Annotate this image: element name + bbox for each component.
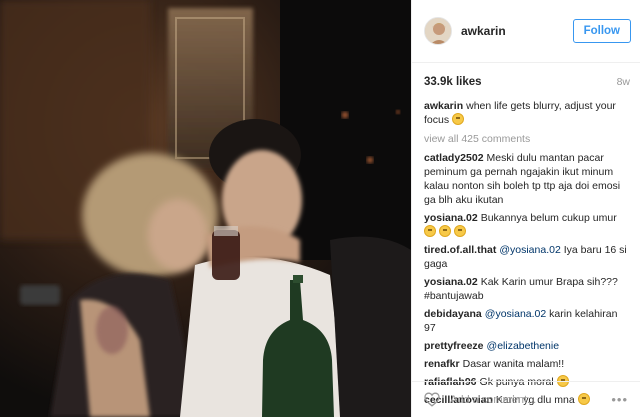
- comment-mention[interactable]: @yosiana.02: [485, 308, 546, 320]
- emoji-icon: [453, 225, 466, 237]
- comment-item: prettyfreeze @elizabethenie: [424, 339, 630, 353]
- comment-mention[interactable]: @elizabethenie: [487, 340, 560, 352]
- likes-count[interactable]: 33.9k likes: [424, 76, 482, 88]
- post-header: awkarin Follow: [412, 0, 640, 63]
- more-options-icon[interactable]: •••: [611, 392, 628, 407]
- comment-username[interactable]: catlady2502: [424, 152, 484, 164]
- comment-item: yosiana.02 Kak Karin umur Brapa sih??? #b…: [424, 275, 630, 303]
- header-username[interactable]: awkarin: [461, 24, 573, 38]
- comment-item: renafkr Dasar wanita malam!!: [424, 357, 630, 371]
- emoji-icon: [438, 225, 451, 237]
- comment-item: yosiana.02 Bukannya belum cukup umur: [424, 211, 630, 239]
- add-comment-bar: •••: [412, 381, 640, 417]
- post-photo: [0, 0, 411, 417]
- add-comment-input[interactable]: [450, 393, 612, 406]
- emoji-icon: [452, 113, 465, 125]
- follow-button[interactable]: Follow: [572, 19, 631, 43]
- comment-item: debidayana @yosiana.02 karin kelahiran 97: [424, 307, 630, 335]
- comment-text: Dasar wanita malam!!: [462, 358, 565, 370]
- comment-text: Bukannya belum cukup umur: [480, 212, 617, 224]
- comment-item: tired.of.all.that @yosiana.02 Iya baru 16…: [424, 243, 630, 271]
- comment-username[interactable]: yosiana.02: [424, 276, 478, 288]
- comment-username[interactable]: renafkr: [424, 358, 460, 370]
- post-sidebar: awkarin Follow 33.9k likes 8w awkarin whe…: [411, 0, 640, 417]
- comment-mention[interactable]: @yosiana.02: [499, 244, 560, 256]
- comment-username[interactable]: prettyfreeze: [424, 340, 484, 352]
- comments-list: awkarin when life gets blurry, adjust you…: [412, 99, 640, 407]
- comment-item: catlady2502 Meski dulu mantan pacar pemin…: [424, 151, 630, 207]
- post-meta: 33.9k likes 8w: [412, 65, 640, 98]
- comment-username[interactable]: debidayana: [424, 308, 482, 320]
- caption: awkarin when life gets blurry, adjust you…: [424, 99, 630, 127]
- emoji-icon: [424, 225, 436, 237]
- comment-username[interactable]: tired.of.all.that: [424, 244, 496, 256]
- view-all-comments-link[interactable]: view all 425 comments: [424, 133, 630, 145]
- post-age[interactable]: 8w: [617, 76, 630, 88]
- heart-outline-icon[interactable]: [424, 392, 440, 407]
- comment-username[interactable]: yosiana.02: [424, 212, 478, 224]
- caption-username[interactable]: awkarin: [424, 100, 463, 112]
- avatar[interactable]: [424, 17, 452, 45]
